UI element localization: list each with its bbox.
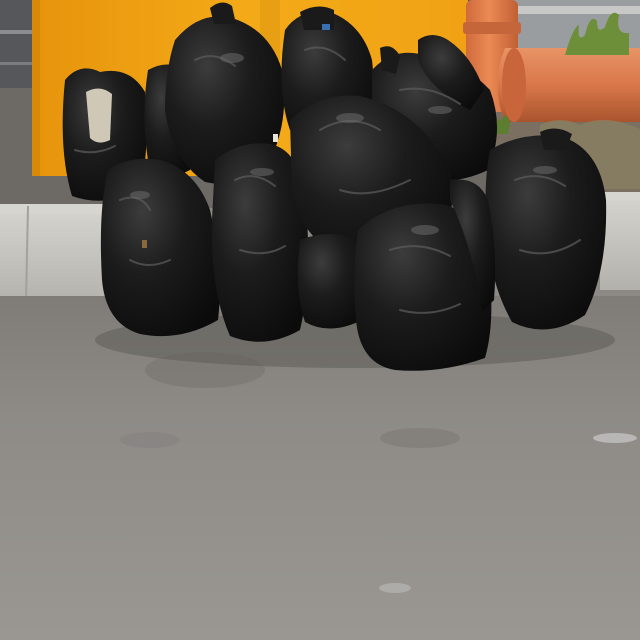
garbage-bag xyxy=(485,135,607,330)
wet-stain xyxy=(380,428,460,448)
road-marking xyxy=(0,62,35,65)
bag-knot xyxy=(540,128,572,150)
wall-left-edge xyxy=(32,0,40,176)
paint-speck xyxy=(593,433,637,443)
pipe-collar xyxy=(463,22,521,34)
tag-on-bag xyxy=(322,24,330,30)
road-marking xyxy=(0,30,35,34)
paint-speck xyxy=(379,583,411,593)
paper-in-bag xyxy=(86,88,112,143)
pipe-joint xyxy=(502,48,526,122)
far-curb-right xyxy=(515,6,640,14)
tag-on-bag xyxy=(273,134,278,142)
photo-canvas xyxy=(0,0,640,640)
tag-on-bag xyxy=(142,240,147,248)
wet-stain xyxy=(120,432,180,448)
photo-scene xyxy=(0,0,640,640)
curb-left xyxy=(0,214,110,304)
